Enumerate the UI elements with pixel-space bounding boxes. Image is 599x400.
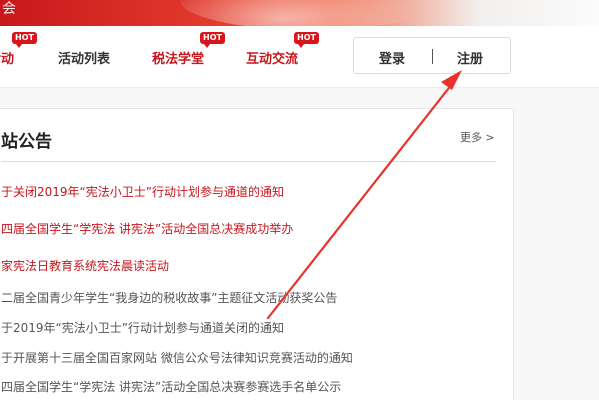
- nav-item-activities[interactable]: 活动: [0, 48, 14, 67]
- nav-item-label: 税法学堂: [152, 52, 205, 67]
- banner-decoration: [180, 0, 440, 26]
- hot-badge: HOT: [12, 32, 37, 48]
- hot-badge: HOT: [294, 32, 319, 48]
- auth-divider: [432, 49, 433, 64]
- notice-item[interactable]: 于开展第十三届全国百家网站 微信公众号法律知识竞赛活动的通知: [1, 349, 353, 366]
- notice-item[interactable]: 于2019年“宪法小卫士”行动计划参与通道关闭的通知: [1, 319, 284, 336]
- notice-item[interactable]: 于关闭2019年“宪法小卫士”行动计划参与通道的通知: [1, 183, 284, 200]
- register-button[interactable]: 注册: [457, 48, 483, 67]
- login-button[interactable]: 登录: [379, 48, 405, 67]
- nav-item-label: 活动列表: [58, 52, 111, 67]
- banner-logo-text: 会: [2, 1, 16, 17]
- notice-item[interactable]: 四届全国学生“学宪法 讲宪法”活动全国总决赛成功举办: [1, 220, 293, 237]
- announcement-panel: 站公告 更多 > 于关闭2019年“宪法小卫士”行动计划参与通道的通知 四届全国…: [0, 108, 514, 400]
- nav-item-tax-school[interactable]: 税法学堂: [152, 48, 204, 67]
- auth-box: 登录 注册: [353, 37, 511, 74]
- top-banner: 会: [0, 0, 599, 26]
- more-link[interactable]: 更多 >: [460, 129, 495, 145]
- panel-divider: [1, 161, 496, 162]
- notice-item[interactable]: 家宪法日教育系统宪法晨读活动: [1, 257, 169, 274]
- notice-item[interactable]: 四届全国学生“学宪法 讲宪法”活动全国总决赛参赛选手名单公示: [1, 378, 341, 395]
- notice-item[interactable]: 二届全国青少年学生“我身边的税收故事”主题征文活动获奖公告: [1, 289, 337, 306]
- panel-title: 站公告: [1, 132, 52, 152]
- nav-item-interaction[interactable]: 互动交流: [246, 48, 298, 67]
- nav-item-activity-list[interactable]: 活动列表: [58, 48, 110, 67]
- nav-item-label: 互动交流: [246, 52, 299, 67]
- hot-badge: HOT: [200, 32, 225, 48]
- nav-item-label: 活动: [0, 52, 15, 67]
